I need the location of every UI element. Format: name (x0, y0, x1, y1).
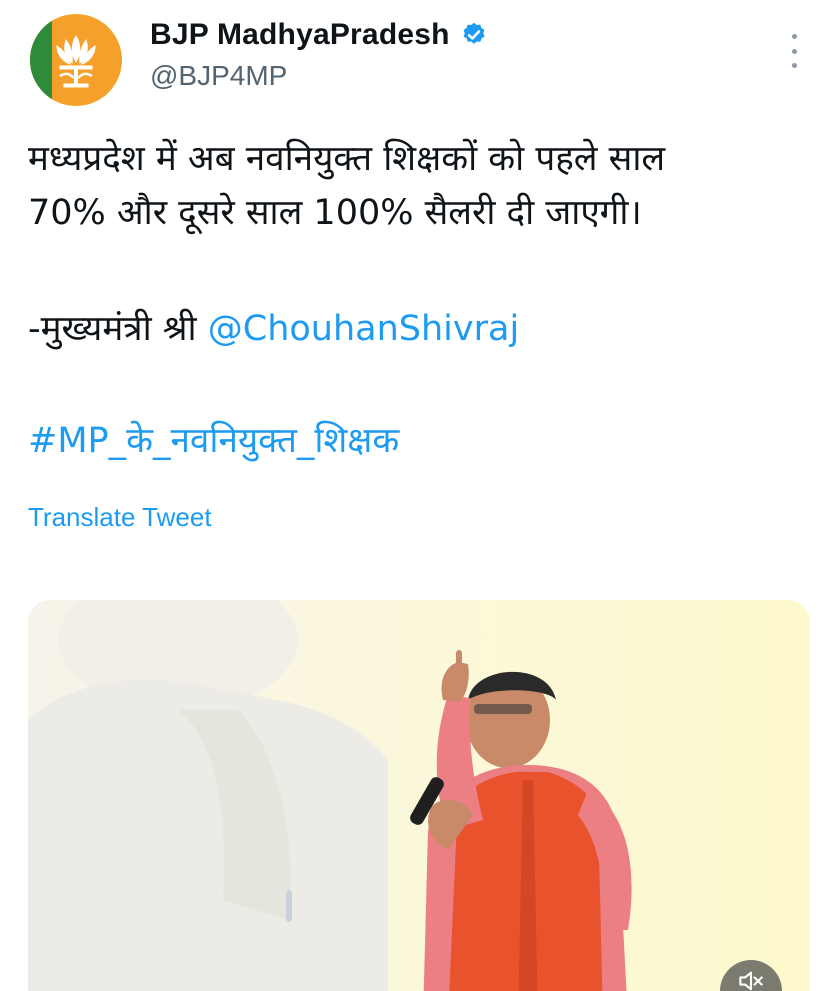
avatar[interactable] (30, 14, 122, 106)
speaker-muted-icon (739, 971, 763, 991)
more-options-button[interactable] (784, 34, 804, 68)
tweet-text-line-2: 70% और दूसरे साल 100% सैलरी दी जाएगी। (28, 193, 642, 233)
video-media[interactable] (28, 600, 810, 991)
mention-link[interactable]: @ChouhanShivraj (208, 309, 519, 349)
tweet-card: BJP MadhyaPradesh @BJP4MP मध्यप्रदेश में… (0, 0, 832, 991)
author-display-name[interactable]: BJP MadhyaPradesh (150, 18, 450, 52)
verified-badge-icon (460, 21, 488, 49)
hashtag-link[interactable]: #MP_के_नवनियुक्त_शिक्षक (28, 416, 399, 466)
tweet-text: मध्यप्रदेश में अब नवनियुक्त शिक्षकों को … (28, 132, 808, 240)
author-handle[interactable]: @BJP4MP (150, 60, 287, 92)
attribution-prefix: -मुख्यमंत्री श्री (28, 309, 208, 349)
tweet-text-line-1: मध्यप्रदेश में अब नवनियुक्त शिक्षकों को … (28, 139, 666, 179)
lotus-logo-icon (56, 35, 96, 88)
tweet-attribution: -मुख्यमंत्री श्री @ChouhanShivraj (28, 304, 519, 354)
translate-tweet-link[interactable]: Translate Tweet (28, 502, 212, 533)
author-name-row: BJP MadhyaPradesh (150, 18, 488, 52)
video-frame-image (28, 600, 632, 991)
more-vertical-icon (791, 34, 797, 39)
